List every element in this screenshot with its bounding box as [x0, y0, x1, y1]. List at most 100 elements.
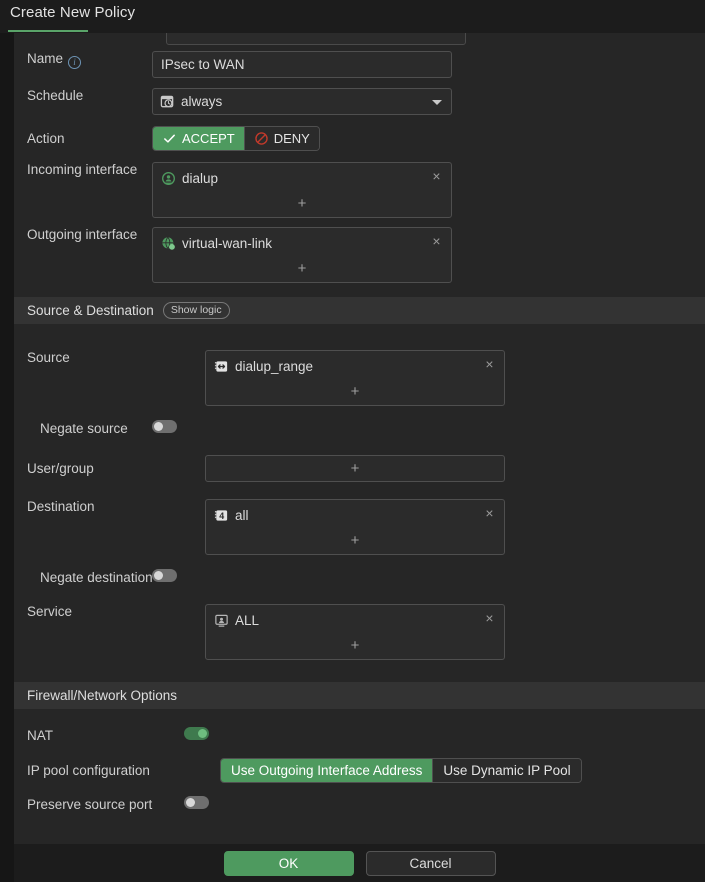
outgoing-interface-add-button[interactable]: + [161, 260, 443, 278]
field-preserve-source-port [152, 796, 705, 814]
service-chip: ALL [214, 611, 496, 629]
incoming-interface-clear-icon[interactable]: × [430, 170, 443, 183]
label-incoming-interface: Incoming interface [14, 162, 152, 178]
label-preserve-source-port: Preserve source port [14, 797, 152, 813]
label-outgoing-interface: Outgoing interface [14, 227, 152, 243]
row-negate-source: Negate source [14, 420, 705, 438]
destination-chip: 4 all [214, 506, 496, 524]
nat-toggle[interactable] [184, 727, 209, 740]
name-input[interactable] [152, 51, 452, 78]
title-underline [8, 30, 88, 32]
label-destination: Destination [14, 499, 152, 515]
row-source: Source dialup_range [14, 350, 705, 406]
field-outgoing-interface: virtual-wan-link × + [152, 227, 705, 283]
field-action: ACCEPT DENY [152, 126, 705, 151]
left-gutter-strip [0, 33, 14, 882]
outgoing-interface-label: virtual-wan-link [182, 236, 272, 251]
deny-icon [254, 131, 269, 146]
section-source-destination: Source & Destination Show logic [14, 297, 705, 324]
action-segmented-control: ACCEPT DENY [152, 126, 320, 151]
row-destination: Destination 4 all [14, 499, 705, 555]
label-ip-pool-configuration: IP pool configuration [14, 763, 152, 779]
section-source-destination-title: Source & Destination [27, 303, 154, 318]
incoming-interface-add-button[interactable]: + [161, 195, 443, 213]
ip-pool-outgoing-interface-option[interactable]: Use Outgoing Interface Address [221, 759, 432, 782]
chevron-down-icon[interactable] [432, 100, 442, 105]
toggle-knob [154, 571, 163, 580]
check-icon [162, 131, 177, 146]
ok-button[interactable]: OK [224, 851, 354, 876]
service-label: ALL [235, 613, 259, 628]
outgoing-interface-chip: virtual-wan-link [161, 234, 443, 252]
page-title: Create New Policy [10, 4, 135, 21]
policy-form-scroll-area: Namei Schedule [14, 33, 705, 844]
field-incoming-interface: dialup × + [152, 162, 705, 218]
label-service: Service [14, 604, 152, 620]
user-group-add-button[interactable]: + [206, 456, 504, 481]
action-deny-label: DENY [274, 131, 310, 146]
field-service: ALL × + [152, 604, 705, 660]
field-schedule: always [152, 88, 705, 115]
row-outgoing-interface: Outgoing interface virtual-wan-link [14, 227, 705, 283]
field-name [152, 51, 705, 78]
source-add-button[interactable]: + [214, 383, 496, 401]
outgoing-interface-multiselect[interactable]: virtual-wan-link × + [152, 227, 452, 283]
ip-pool-dynamic-option[interactable]: Use Dynamic IP Pool [432, 759, 580, 782]
ipv4-subnet-icon: 4 [214, 508, 229, 523]
row-action: Action ACCEPT [14, 126, 705, 151]
source-chip: dialup_range [214, 357, 496, 375]
ip-pool-dynamic-label: Use Dynamic IP Pool [443, 763, 570, 778]
field-negate-destination [152, 569, 705, 587]
label-negate-source: Negate source [14, 421, 152, 437]
label-name: Namei [14, 51, 152, 69]
label-schedule: Schedule [14, 88, 152, 104]
toggle-knob [186, 798, 195, 807]
field-negate-source [152, 420, 705, 438]
incoming-interface-multiselect[interactable]: dialup × + [152, 162, 452, 218]
field-user-group: + [152, 455, 705, 482]
scrolled-partial-field [14, 33, 705, 45]
destination-label: all [235, 508, 249, 523]
action-accept-button[interactable]: ACCEPT [153, 127, 244, 150]
user-group-multiselect[interactable]: + [205, 455, 505, 482]
source-clear-icon[interactable]: × [483, 358, 496, 371]
row-negate-destination: Negate destination [14, 569, 705, 587]
service-multiselect[interactable]: ALL × + [205, 604, 505, 660]
dialup-interface-icon [161, 171, 176, 186]
service-add-button[interactable]: + [214, 637, 496, 655]
destination-multiselect[interactable]: 4 all × + [205, 499, 505, 555]
action-deny-button[interactable]: DENY [244, 127, 319, 150]
show-logic-button[interactable]: Show logic [163, 302, 230, 319]
clipped-field-above [166, 33, 466, 45]
schedule-value: always [181, 94, 222, 109]
incoming-interface-chip: dialup [161, 169, 443, 187]
schedule-select[interactable]: always [152, 88, 452, 115]
label-source: Source [14, 350, 152, 366]
svg-text:4: 4 [219, 510, 224, 520]
negate-source-toggle[interactable] [152, 420, 177, 433]
action-accept-label: ACCEPT [182, 131, 235, 146]
source-multiselect[interactable]: dialup_range × + [205, 350, 505, 406]
preserve-source-port-toggle[interactable] [184, 796, 209, 809]
info-icon[interactable]: i [68, 56, 81, 69]
negate-destination-toggle[interactable] [152, 569, 177, 582]
dialog-titlebar: Create New Policy [0, 0, 705, 33]
destination-clear-icon[interactable]: × [483, 507, 496, 520]
row-schedule: Schedule always [14, 88, 705, 115]
outgoing-interface-clear-icon[interactable]: × [430, 235, 443, 248]
service-clear-icon[interactable]: × [483, 612, 496, 625]
row-name: Namei [14, 51, 705, 78]
toggle-knob [154, 422, 163, 431]
field-destination: 4 all × + [152, 499, 705, 555]
row-user-group: User/group + [14, 455, 705, 482]
row-service: Service ALL × [14, 604, 705, 660]
row-incoming-interface: Incoming interface dialup [14, 162, 705, 218]
create-policy-dialog: Create New Policy Namei Schedule [0, 0, 705, 882]
cancel-button[interactable]: Cancel [366, 851, 496, 876]
row-nat: NAT [14, 727, 705, 745]
destination-add-button[interactable]: + [214, 532, 496, 550]
section-firewall-network-options-title: Firewall/Network Options [27, 688, 177, 703]
section-firewall-network-options: Firewall/Network Options [14, 682, 705, 709]
toggle-knob [198, 729, 207, 738]
sdwan-globe-icon [161, 236, 176, 251]
